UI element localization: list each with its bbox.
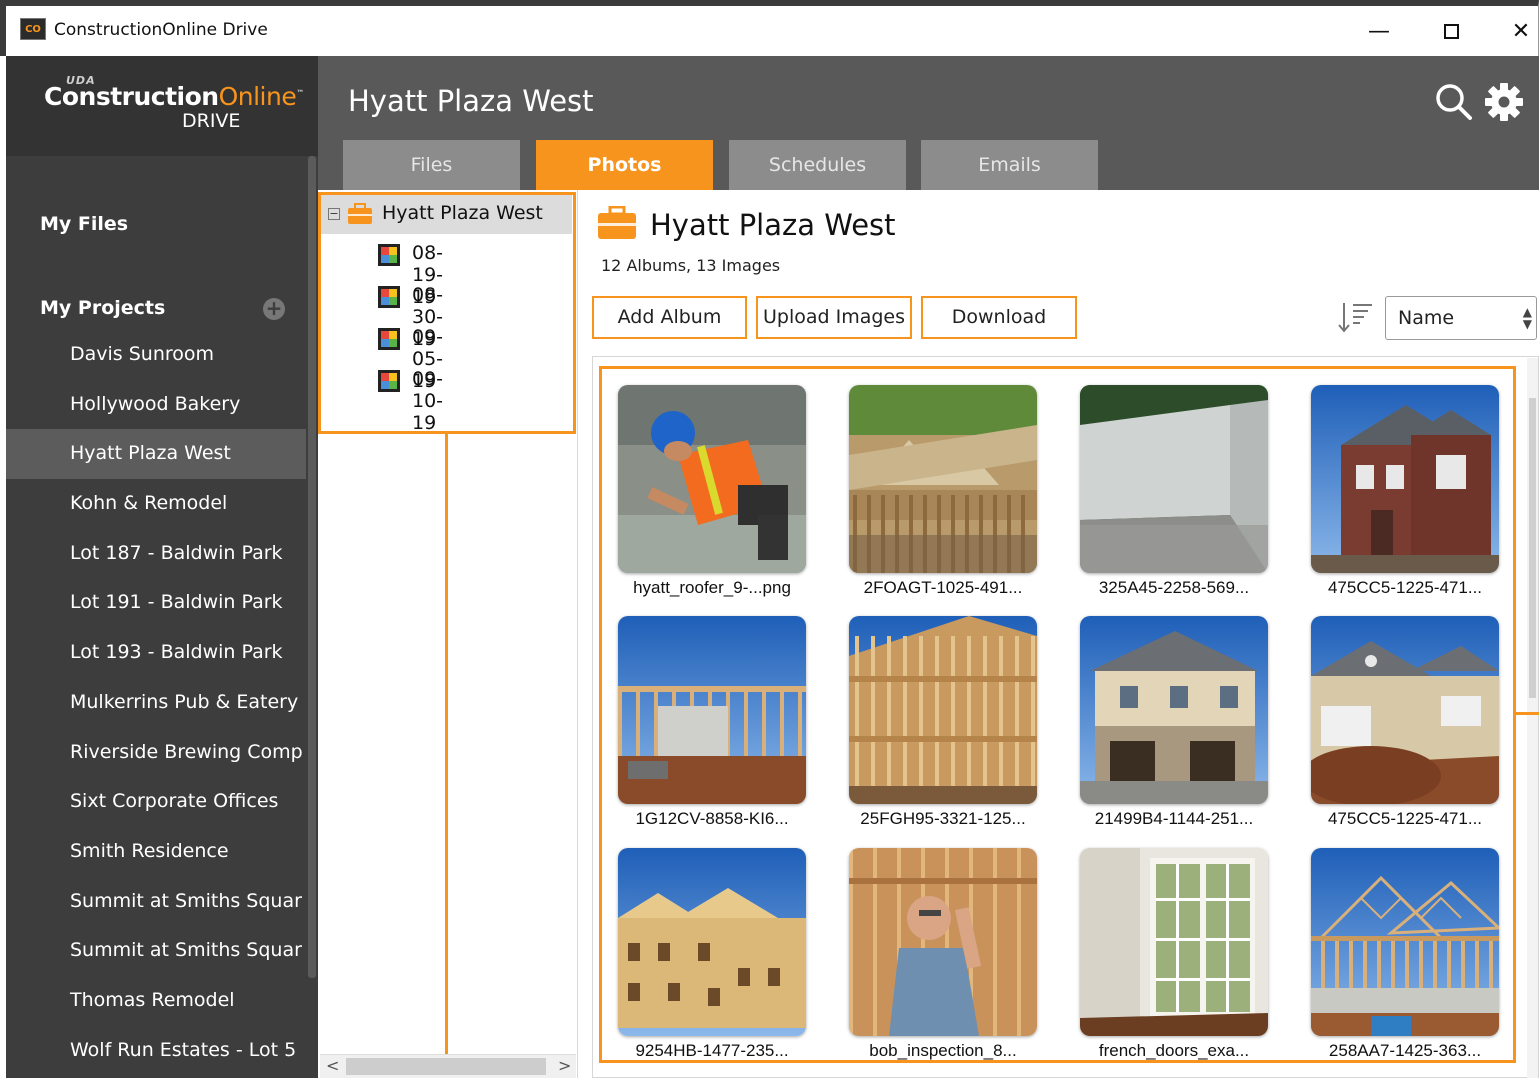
sidebar-project-item[interactable]: Lot 187 - Baldwin Park [6, 529, 306, 579]
tab-files[interactable]: Files [343, 140, 520, 190]
sidebar-scrollbar[interactable] [308, 156, 316, 978]
grid-highlight-frame [599, 366, 1516, 1063]
vertical-scrollbar[interactable] [1527, 358, 1538, 1078]
scroll-left-icon[interactable]: < [326, 1056, 339, 1075]
logo-brand-online: Online [218, 82, 297, 111]
gear-icon[interactable] [1484, 82, 1524, 122]
sidebar-project-item[interactable]: Lot 193 - Baldwin Park [6, 628, 306, 678]
sidebar-project-item[interactable]: Mulkerrins Pub & Eatery [6, 678, 306, 728]
search-icon[interactable] [1434, 82, 1474, 122]
sidebar-project-item[interactable]: Kohn & Remodel [6, 479, 306, 529]
sidebar-project-item[interactable]: Smith Residence [6, 827, 306, 877]
project-title: Hyatt Plaza West [348, 84, 594, 118]
my-projects-heading: My Projects [40, 297, 166, 319]
logo-tm: ™ [296, 88, 304, 98]
minimize-button[interactable]: — [1356, 12, 1402, 52]
callout-line [445, 434, 448, 1078]
sort-select[interactable]: Name ▲ ▼ [1385, 296, 1537, 340]
briefcase-icon [598, 206, 636, 239]
app-icon: CO [20, 18, 46, 40]
sidebar-project-item[interactable]: Sixt Corporate Offices [6, 777, 306, 827]
window-title: ConstructionOnline Drive [54, 20, 268, 40]
tab-schedules[interactable]: Schedules [729, 140, 906, 190]
callout-line [1513, 712, 1539, 715]
sidebar: UDA ConstructionOnline™ DRIVE My Files M… [6, 56, 318, 1078]
download-button[interactable]: Download [921, 296, 1077, 339]
sidebar-project-item[interactable]: Wolf Run Estates - Lot 5 [6, 1026, 306, 1076]
maximize-icon [1443, 24, 1459, 39]
sidebar-project-item[interactable]: Hyatt Plaza West [6, 429, 306, 480]
logo-drive: DRIVE [182, 110, 241, 132]
logo-brand-construction: Construction [44, 82, 219, 111]
my-files-link[interactable]: My Files [40, 213, 128, 235]
scroll-thumb[interactable] [1529, 398, 1536, 698]
photos-main: Hyatt Plaza West 12 Albums, 13 Images Ad… [579, 190, 1539, 1078]
maximize-button[interactable] [1428, 12, 1474, 52]
sidebar-project-item[interactable]: Davis Sunroom [6, 330, 306, 380]
album-tree-pane: − Hyatt Plaza West 08-19-19 08-30-19 09-05… [318, 190, 578, 1078]
sidebar-project-item[interactable]: Thomas Remodel [6, 976, 306, 1026]
header: Hyatt Plaza West Files Photos Schedules … [318, 56, 1539, 190]
horizontal-scrollbar[interactable]: < > [320, 1054, 576, 1078]
close-button[interactable]: ✕ [1498, 12, 1539, 52]
add-album-button[interactable]: Add Album [592, 296, 747, 339]
logo-wordmark: ConstructionOnline™ [44, 82, 304, 111]
sidebar-project-item[interactable]: Hollywood Bakery [6, 380, 306, 430]
sidebar-project-item[interactable]: Summit at Smiths Squar [6, 877, 306, 927]
select-arrows-icon: ▲ ▼ [1522, 305, 1532, 331]
window-title-bar: CO ConstructionOnline Drive — ✕ [0, 0, 1539, 56]
album-title: Hyatt Plaza West [650, 208, 896, 242]
sidebar-project-item[interactable]: Summit at Smiths Squar [6, 926, 306, 976]
sort-selected-value: Name [1398, 307, 1455, 329]
project-list: Davis Sunroom Hollywood Bakery Hyatt Plaza… [6, 330, 306, 1075]
upload-images-button[interactable]: Upload Images [756, 296, 912, 339]
sort-icon[interactable] [1336, 300, 1374, 334]
scroll-right-icon[interactable]: > [558, 1056, 571, 1075]
sidebar-project-item[interactable]: Riverside Brewing Comp [6, 728, 306, 778]
app-logo: UDA ConstructionOnline™ DRIVE [6, 56, 318, 156]
tree-highlight-frame [318, 192, 576, 434]
album-summary: 12 Albums, 13 Images [601, 256, 781, 275]
tab-emails[interactable]: Emails [921, 140, 1098, 190]
tab-photos[interactable]: Photos [536, 140, 713, 190]
scroll-thumb[interactable] [346, 1058, 546, 1075]
sidebar-project-item[interactable]: Lot 191 - Baldwin Park [6, 578, 306, 628]
add-project-icon[interactable]: + [263, 298, 285, 320]
